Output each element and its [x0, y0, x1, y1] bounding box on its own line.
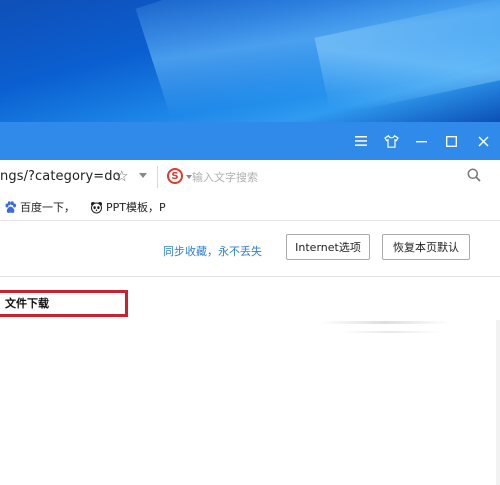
restore-default-button[interactable]: 恢复本页默认 [382, 234, 470, 260]
shirt-skin-icon [383, 134, 399, 148]
settings-page: 同步收藏，永不丢失 Internet选项 恢复本页默认 文件下载 [0, 221, 500, 485]
section-divider [0, 276, 500, 277]
title-bar [0, 122, 500, 160]
sync-favorites-link[interactable]: 同步收藏，永不丢失 [163, 243, 262, 259]
panda-icon [91, 201, 102, 213]
file-download-item[interactable]: 文件下载 [5, 295, 49, 311]
favorites-bar: 百度一下， PPT模板，P [0, 194, 500, 221]
close-button[interactable] [468, 122, 498, 160]
skin-button[interactable] [376, 122, 406, 160]
baidu-paw-icon [5, 200, 16, 213]
favorite-item-label: 百度一下， [20, 201, 75, 214]
bookmark-star-icon[interactable]: ☆ [115, 167, 128, 185]
favorite-item-baidu[interactable]: 百度一下， [4, 199, 75, 215]
favorite-item-label: PPT模板，P [106, 201, 166, 214]
toolbar-divider [157, 166, 158, 188]
scrollbar-track[interactable] [496, 320, 500, 485]
internet-options-button[interactable]: Internet选项 [286, 234, 370, 260]
minimize-button[interactable] [406, 122, 436, 160]
minimize-icon [415, 140, 427, 142]
menu-button[interactable] [346, 122, 376, 160]
faint-mark [320, 321, 450, 324]
maximize-icon [445, 135, 457, 147]
menu-icon [355, 136, 367, 146]
faint-mark [340, 331, 440, 333]
maximize-button[interactable] [436, 122, 466, 160]
address-bar: ngs/?category=do ☆ S [0, 160, 500, 195]
url-field[interactable]: ngs/?category=do [0, 169, 121, 184]
search-icon[interactable] [467, 168, 481, 182]
favorite-item-ppt[interactable]: PPT模板，P [90, 199, 166, 215]
desktop-wallpaper [0, 0, 500, 122]
browser-window: ngs/?category=do ☆ S 百度一下， [0, 122, 500, 485]
close-icon [478, 136, 488, 146]
url-dropdown-icon[interactable] [139, 173, 147, 178]
sogou-s-icon[interactable]: S [167, 168, 183, 184]
search-input[interactable] [192, 168, 452, 186]
